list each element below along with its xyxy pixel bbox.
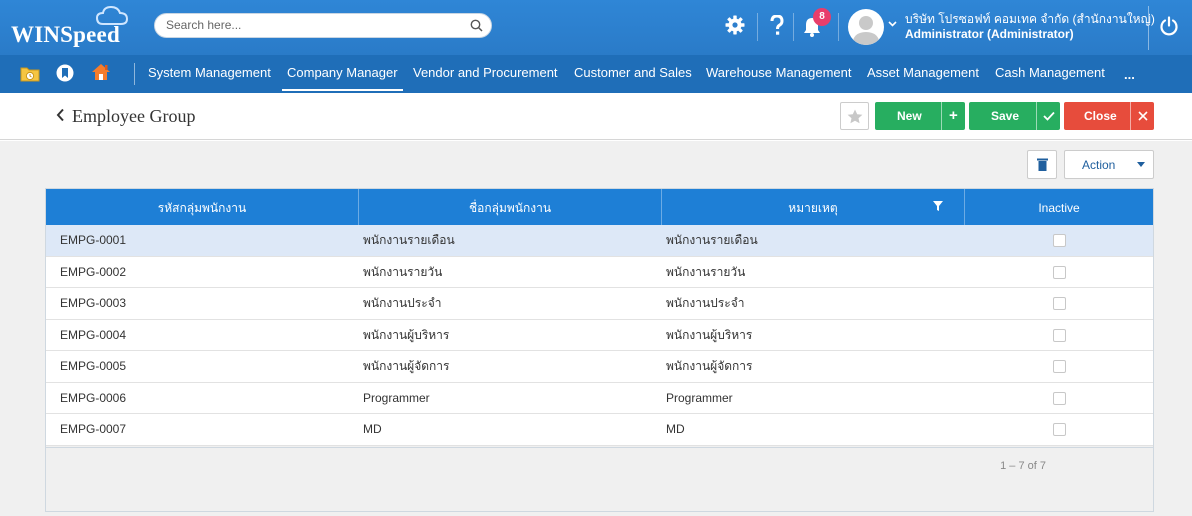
page-title: Employee Group — [72, 106, 196, 126]
content-area: Action รหัสกลุ่มพนักงาน ชื่อกลุ่มพนักงาน… — [0, 141, 1192, 516]
search-icon[interactable] — [470, 19, 483, 32]
new-button-label: New — [897, 109, 922, 123]
header-divider — [757, 13, 758, 41]
table-header: รหัสกลุ่มพนักงาน ชื่อกลุ่มพนักงาน หมายเห… — [46, 189, 1153, 225]
cell-code: EMPG-0003 — [60, 296, 127, 310]
nav-more[interactable]: ... — [1124, 67, 1135, 82]
trash-icon — [1037, 158, 1048, 171]
search-input[interactable] — [166, 18, 466, 32]
star-icon — [847, 109, 863, 124]
column-header-code[interactable]: รหัสกลุ่มพนักงาน — [46, 189, 359, 225]
folder-clock-icon[interactable] — [20, 65, 40, 82]
header-divider — [793, 13, 794, 41]
cell-name: พนักงานผู้บริหาร — [363, 327, 450, 342]
home-icon[interactable] — [91, 63, 111, 81]
cell-code: EMPG-0005 — [60, 359, 127, 373]
header-divider — [838, 13, 839, 41]
cell-name: Programmer — [363, 390, 430, 405]
check-icon — [1043, 111, 1055, 121]
close-x-addon[interactable] — [1130, 102, 1154, 130]
action-dropdown-label: Action — [1082, 158, 1116, 172]
user-role: Administrator (Administrator) — [905, 27, 1074, 41]
delete-button[interactable] — [1027, 150, 1057, 179]
power-icon[interactable] — [1159, 16, 1179, 36]
table-row[interactable]: EMPG-0003 พนักงานประจำ พนักงานประจำ — [46, 288, 1153, 320]
inactive-checkbox[interactable] — [1053, 297, 1066, 310]
nav-company-manager[interactable]: Company Manager — [282, 65, 403, 91]
nav-cash-management[interactable]: Cash Management — [995, 65, 1105, 80]
cell-note: พนักงานรายเดือน — [666, 233, 758, 247]
action-dropdown[interactable]: Action — [1064, 150, 1154, 179]
cell-code: EMPG-0007 — [60, 422, 127, 436]
help-icon[interactable] — [770, 15, 784, 37]
cell-code: EMPG-0002 — [60, 264, 127, 279]
nav-vendor-procurement[interactable]: Vendor and Procurement — [413, 65, 558, 80]
table-row[interactable]: EMPG-0005 พนักงานผู้จัดการ พนักงานผู้จัด… — [46, 351, 1153, 383]
new-button[interactable]: New + — [875, 102, 965, 130]
cell-note: MD — [666, 422, 685, 436]
winspeed-logo[interactable]: WINSpeed — [11, 5, 135, 48]
inactive-checkbox[interactable] — [1053, 391, 1066, 405]
cell-name: พนักงานรายวัน — [363, 264, 443, 279]
main-nav: System Management Company Manager Vendor… — [0, 55, 1192, 93]
cell-note: พนักงานผู้บริหาร — [666, 327, 753, 342]
close-button-label: Close — [1084, 109, 1117, 123]
nav-separator — [134, 63, 135, 85]
cell-name: พนักงานผู้จัดการ — [363, 359, 450, 373]
save-button-label: Save — [991, 109, 1020, 123]
column-header-inactive[interactable]: Inactive — [965, 189, 1153, 225]
table-row[interactable]: EMPG-0002 พนักงานรายวัน พนักงานรายวัน — [46, 256, 1153, 288]
cell-name: พนักงานประจำ — [363, 296, 442, 310]
save-button[interactable]: Save — [969, 102, 1060, 130]
nav-system-management[interactable]: System Management — [148, 65, 271, 80]
cell-code: EMPG-0004 — [60, 327, 127, 342]
column-header-name[interactable]: ชื่อกลุ่มพนักงาน — [359, 189, 662, 225]
avatar[interactable] — [848, 9, 884, 45]
cell-code: EMPG-0006 — [60, 390, 127, 405]
search-box[interactable] — [154, 13, 492, 38]
cell-name: MD — [363, 422, 382, 436]
cell-name: พนักงานรายเดือน — [363, 233, 455, 247]
top-header: WINSpeed 8 — [0, 0, 1192, 55]
filter-icon[interactable] — [933, 201, 943, 211]
table-row[interactable]: EMPG-0001 พนักงานรายเดือน พนักงานรายเดือ… — [46, 225, 1153, 257]
inactive-checkbox[interactable] — [1053, 265, 1066, 279]
cell-note: พนักงานรายวัน — [666, 264, 746, 279]
cell-note: พนักงานผู้จัดการ — [666, 359, 753, 373]
column-header-note[interactable]: หมายเหตุ — [662, 189, 965, 225]
inactive-checkbox[interactable] — [1053, 328, 1066, 342]
employee-group-table: รหัสกลุ่มพนักงาน ชื่อกลุ่มพนักงาน หมายเห… — [45, 188, 1154, 512]
logo-text: WINSpeed — [11, 22, 120, 47]
page-header: Employee Group New + Save Close — [0, 93, 1192, 140]
user-silhouette-icon — [852, 16, 880, 45]
close-button[interactable]: Close — [1064, 102, 1154, 130]
nav-warehouse-management[interactable]: Warehouse Management — [706, 65, 852, 80]
new-add-addon[interactable]: + — [941, 102, 965, 130]
bookmark-icon[interactable] — [56, 64, 74, 82]
cell-code: EMPG-0001 — [60, 233, 127, 247]
table-row[interactable]: EMPG-0006 Programmer Programmer — [46, 382, 1153, 414]
table-row[interactable]: EMPG-0004 พนักงานผู้บริหาร พนักงานผู้บริ… — [46, 319, 1153, 351]
nav-customer-sales[interactable]: Customer and Sales — [574, 65, 692, 80]
gear-icon[interactable] — [725, 15, 745, 35]
notification-badge: 8 — [813, 8, 831, 26]
favorite-button[interactable] — [840, 102, 869, 130]
table-row[interactable]: EMPG-0007 MD MD — [46, 414, 1153, 446]
caret-down-icon — [1137, 162, 1145, 167]
close-icon — [1138, 111, 1148, 121]
inactive-checkbox[interactable] — [1053, 234, 1066, 247]
save-confirm-addon[interactable] — [1036, 102, 1060, 130]
chevron-down-icon[interactable] — [888, 21, 897, 27]
back-arrow-icon[interactable] — [56, 108, 65, 122]
pagination-info: 1 – 7 of 7 — [1000, 460, 1046, 472]
table-footer: 1 – 7 of 7 — [46, 447, 1153, 486]
cell-note: พนักงานประจำ — [666, 296, 745, 310]
cell-note: Programmer — [666, 390, 733, 405]
plus-icon: + — [949, 107, 958, 124]
inactive-checkbox[interactable] — [1053, 423, 1066, 436]
inactive-checkbox[interactable] — [1053, 360, 1066, 373]
header-divider — [1148, 6, 1149, 50]
nav-asset-management[interactable]: Asset Management — [867, 65, 979, 80]
